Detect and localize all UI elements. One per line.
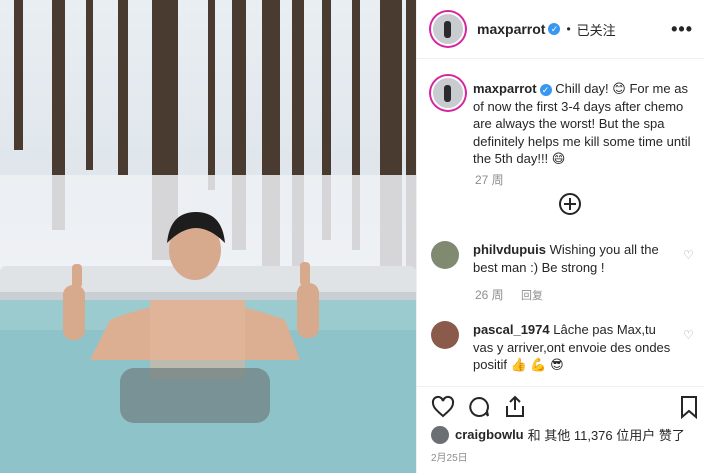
verified-badge-icon: ✓ bbox=[548, 23, 561, 35]
caption-avatar[interactable] bbox=[431, 76, 465, 110]
divider bbox=[417, 386, 704, 387]
likes-username[interactable]: craigbowlu bbox=[455, 427, 524, 442]
comment-meta: 26 周 回复 bbox=[475, 286, 557, 303]
action-bar bbox=[431, 395, 701, 421]
likes-text[interactable]: 和 其他 11,376 位用户 赞了 bbox=[528, 425, 685, 444]
caption-username[interactable]: maxparrot bbox=[473, 81, 537, 96]
follow-status-button[interactable]: 已关注 bbox=[577, 20, 616, 39]
author-avatar[interactable] bbox=[431, 12, 465, 46]
post-photo bbox=[0, 0, 416, 473]
more-options-icon[interactable]: ••• bbox=[671, 19, 693, 40]
comment-time[interactable]: 26 周 bbox=[475, 288, 504, 302]
post-image bbox=[0, 0, 416, 473]
load-more-icon[interactable] bbox=[559, 193, 581, 215]
caption: maxparrot ✓ Chill day! 😊 For me as of now… bbox=[473, 80, 699, 168]
comment-item: pascal_1974 Lâche pas Max,tu vas y arriv… bbox=[473, 321, 679, 374]
header-separator: • bbox=[566, 22, 571, 36]
comment-avatar[interactable] bbox=[431, 241, 459, 269]
heart-icon[interactable]: ♡ bbox=[683, 248, 694, 262]
bookmark-icon[interactable] bbox=[677, 395, 701, 419]
comment-icon[interactable] bbox=[467, 395, 491, 419]
author-username[interactable]: maxparrot bbox=[477, 21, 545, 37]
comment-avatar[interactable] bbox=[431, 321, 459, 349]
share-icon[interactable] bbox=[503, 395, 527, 419]
heart-icon[interactable]: ♡ bbox=[683, 328, 694, 342]
post-panel: maxparrot ✓ • 已关注 ••• maxparrot ✓ Chill d… bbox=[416, 0, 704, 473]
reply-button[interactable]: 回复 bbox=[521, 290, 543, 302]
comment-username[interactable]: pascal_1974 bbox=[473, 322, 550, 337]
heart-icon[interactable] bbox=[431, 395, 455, 419]
post-date[interactable]: 2月25日 bbox=[431, 449, 468, 464]
verified-badge-icon: ✓ bbox=[539, 83, 552, 96]
likes-summary: craigbowlu 和 其他 11,376 位用户 赞了 bbox=[431, 425, 685, 444]
post-header: maxparrot ✓ • 已关注 ••• bbox=[417, 0, 704, 59]
comment-username[interactable]: philvdupuis bbox=[473, 242, 546, 257]
avatar[interactable] bbox=[431, 425, 449, 444]
comment-item: philvdupuis Wishing you all the best man… bbox=[473, 241, 679, 276]
caption-time[interactable]: 27 周 bbox=[475, 171, 504, 188]
